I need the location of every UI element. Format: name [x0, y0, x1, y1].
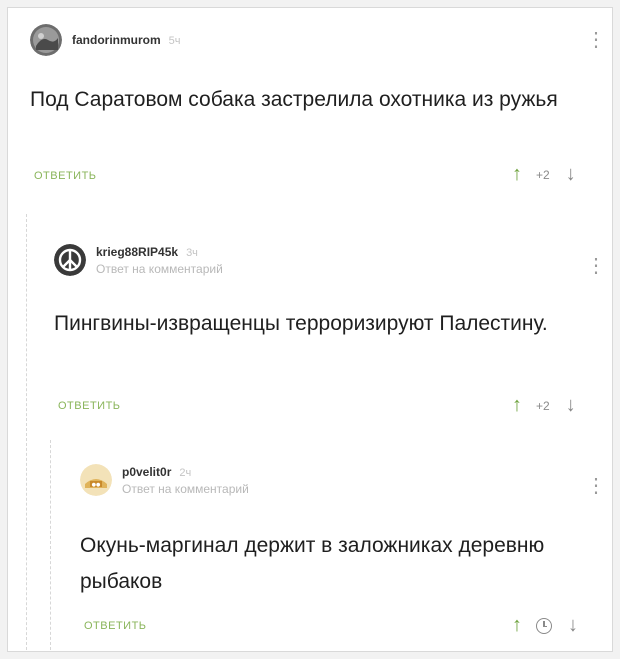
comment-text: Под Саратовом собака застрелила охотника… — [30, 88, 558, 111]
comment-time: 3ч — [186, 246, 198, 259]
downvote-arrow-icon[interactable]: ↓ — [566, 163, 576, 186]
comment-3: ●● p0velit0r 2ч Ответ на комментарий ⋮ О… — [8, 448, 614, 653]
comment-time: 5ч — [168, 35, 181, 47]
svg-text:●●: ●● — [92, 482, 101, 488]
reply-button[interactable]: ОТВЕТИТЬ — [58, 400, 121, 412]
more-options-icon[interactable]: ⋮ — [586, 28, 606, 52]
reply-to-label[interactable]: Ответ на комментарий — [96, 262, 223, 276]
photo-avatar-icon[interactable] — [30, 24, 62, 56]
upvote-arrow-icon[interactable]: ↑ — [512, 394, 522, 417]
comment-1: fandorinmurom 5ч ⋮ Под Саратовом собака … — [8, 8, 614, 208]
downvote-arrow-icon[interactable]: ↓ — [568, 614, 578, 637]
comment-header: krieg88RIP45k 3ч Ответ на комментарий — [54, 242, 223, 278]
upvote-arrow-icon[interactable]: ↑ — [512, 614, 522, 637]
reply-button[interactable]: ОТВЕТИТЬ — [34, 170, 97, 182]
reply-to-label[interactable]: Ответ на комментарий — [122, 482, 249, 496]
clock-icon — [536, 617, 552, 634]
gold-avatar-icon[interactable]: ●● — [80, 464, 112, 496]
comment-text: Окунь-маргинал держит в заложниках дерев… — [80, 534, 545, 593]
comments-card: fandorinmurom 5ч ⋮ Под Саратовом собака … — [7, 7, 613, 652]
comment-time: 2ч — [179, 466, 192, 479]
author-name[interactable]: p0velit0r — [122, 465, 171, 479]
rating-count: +2 — [536, 398, 550, 413]
comment-header: fandorinmurom 5ч — [30, 22, 181, 58]
reply-button[interactable]: ОТВЕТИТЬ — [84, 620, 147, 632]
vote-controls: ↑ +2 ↓ — [512, 163, 576, 186]
vote-controls: ↑ ↓ — [512, 614, 578, 637]
comment-2: krieg88RIP45k 3ч Ответ на комментарий ⋮ … — [8, 220, 614, 430]
upvote-arrow-icon[interactable]: ↑ — [512, 163, 522, 186]
author-name[interactable]: krieg88RIP45k — [96, 245, 178, 259]
more-options-icon[interactable]: ⋮ — [586, 254, 606, 278]
downvote-arrow-icon[interactable]: ↓ — [566, 394, 576, 417]
rating-count: +2 — [536, 167, 550, 182]
vote-controls: ↑ +2 ↓ — [512, 394, 576, 417]
comment-header: ●● p0velit0r 2ч Ответ на комментарий — [80, 462, 249, 498]
peace-symbol-icon[interactable] — [54, 244, 86, 276]
author-name[interactable]: fandorinmurom — [72, 33, 161, 47]
more-options-icon[interactable]: ⋮ — [586, 474, 606, 498]
comment-text: Пингвины-извращенцы терроризируют Палест… — [54, 312, 548, 335]
